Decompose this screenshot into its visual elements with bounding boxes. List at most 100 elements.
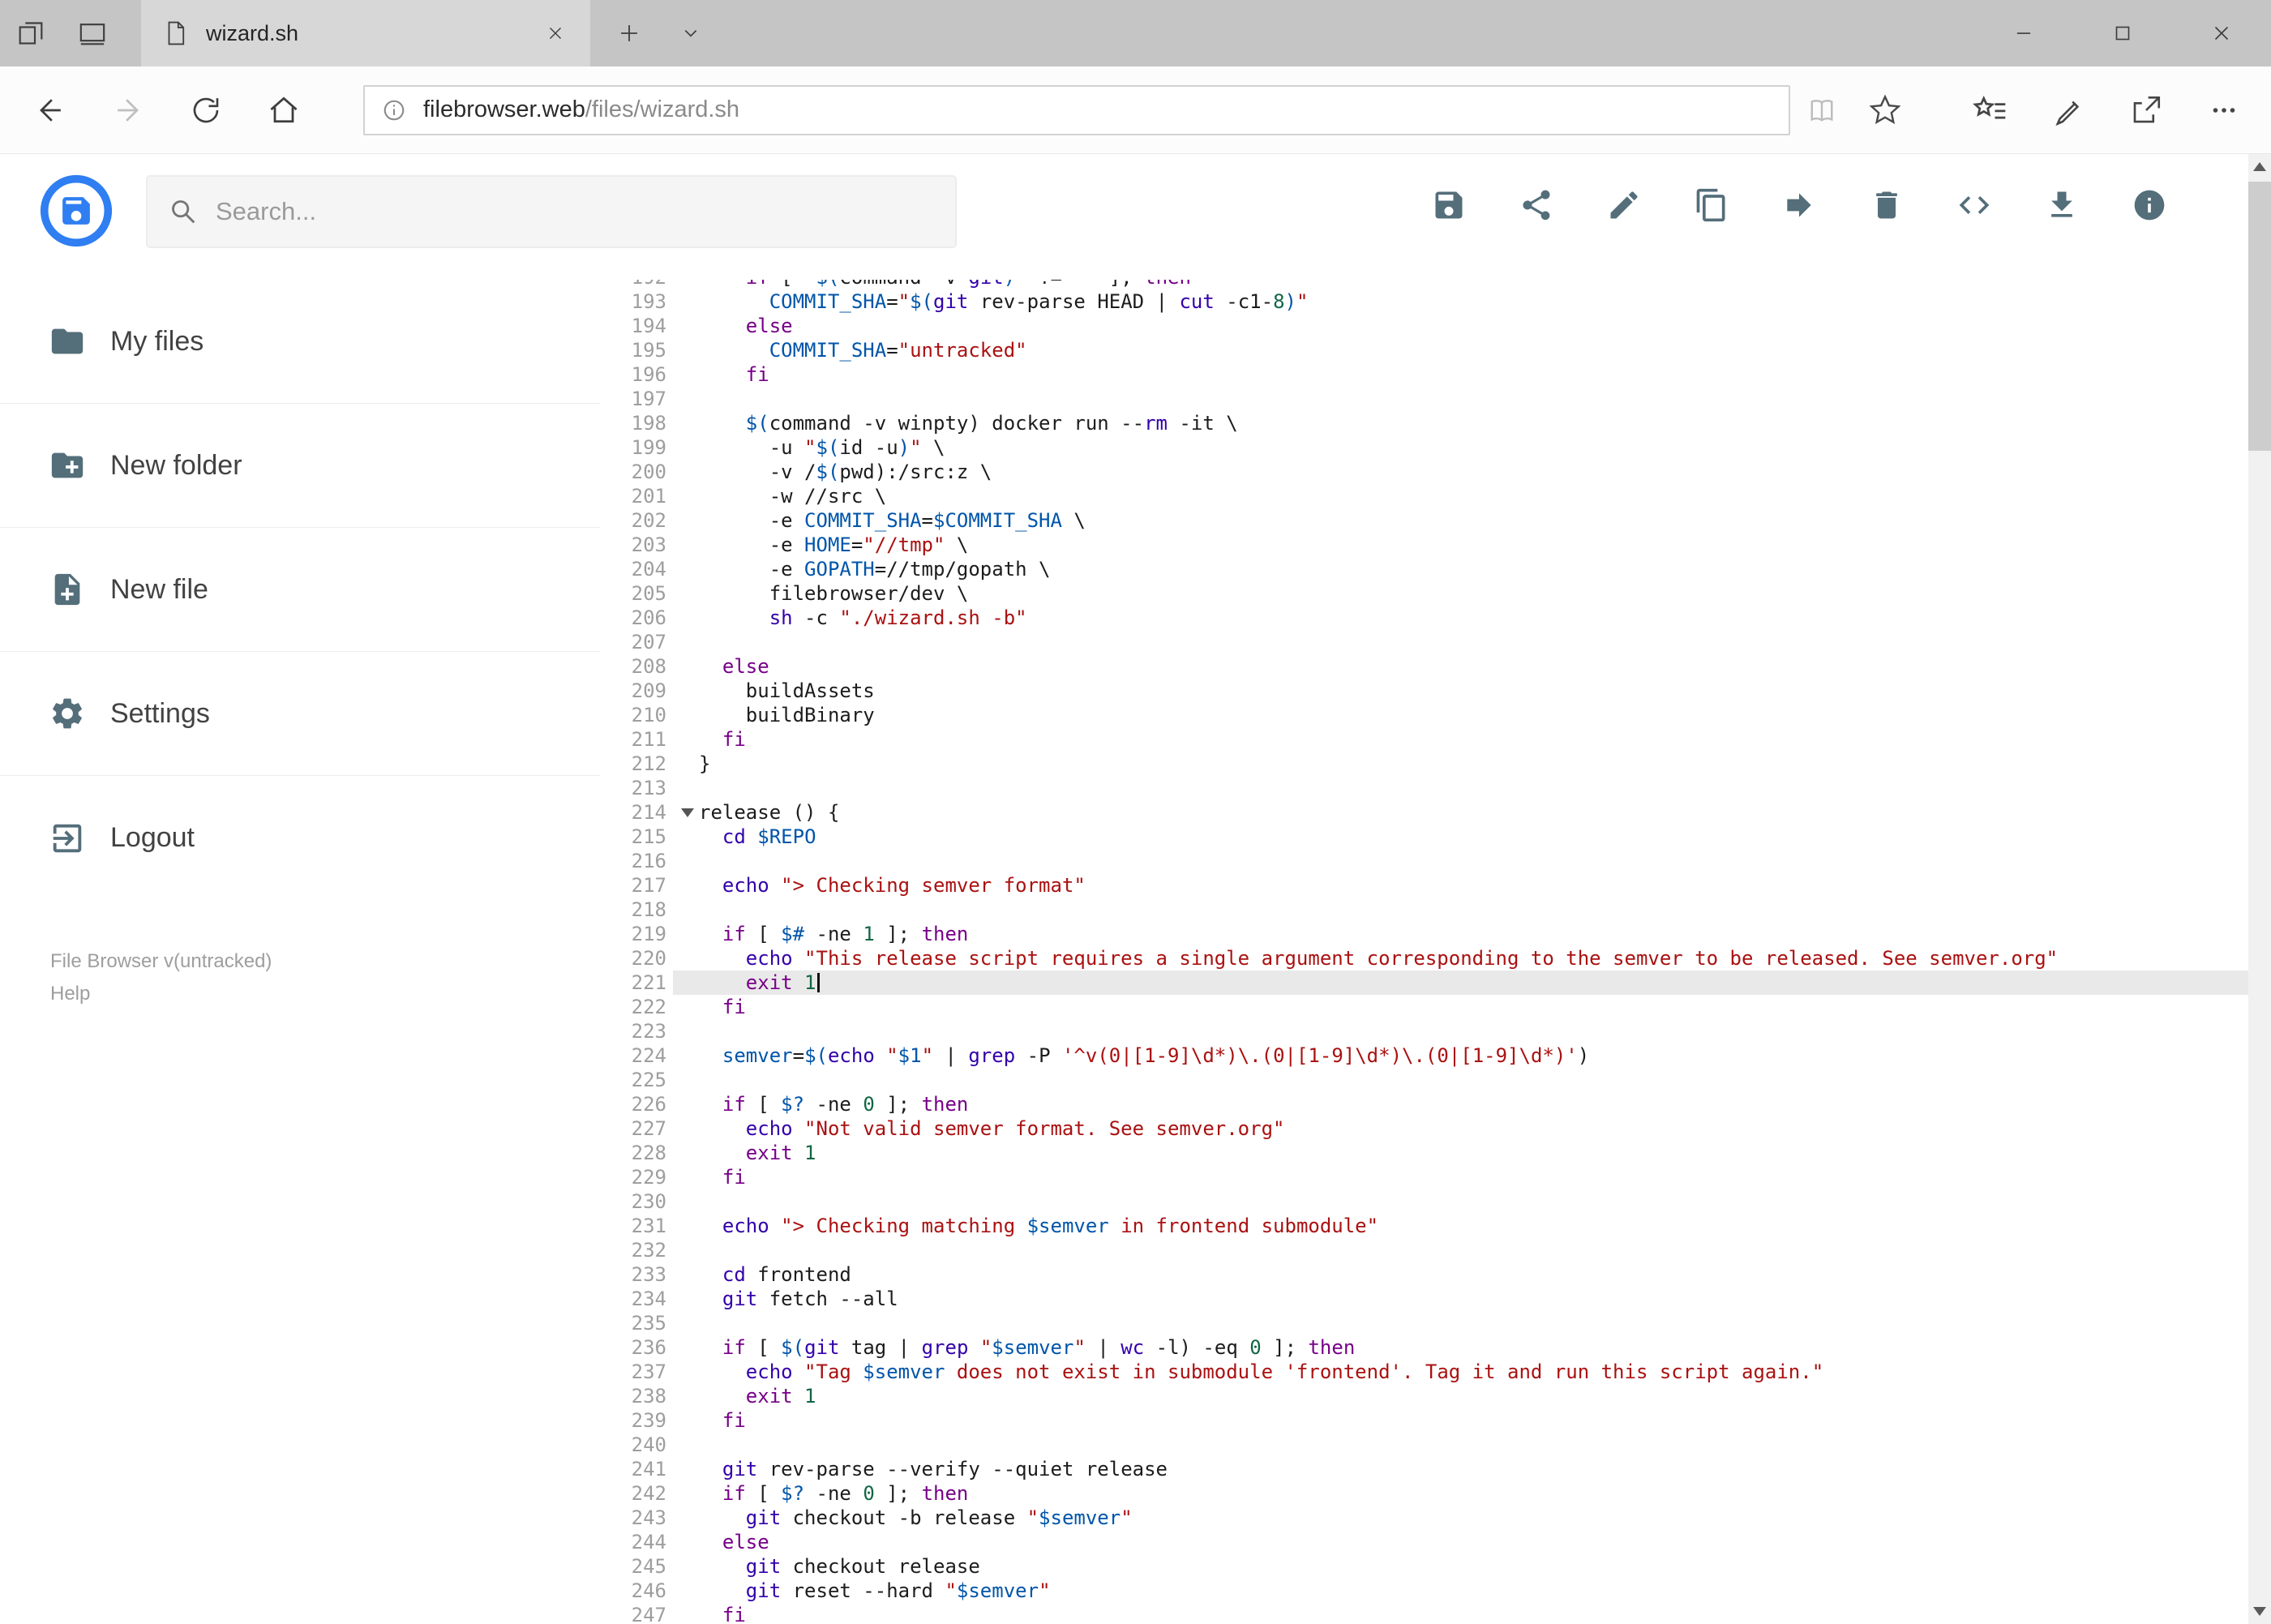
code-text[interactable]: buildAssets xyxy=(673,679,2248,703)
code-text[interactable]: if [ $(git tag | grep "$semver" | wc -l)… xyxy=(673,1335,2248,1360)
code-text[interactable]: $(command -v winpty) docker run --rm -it… xyxy=(673,411,2248,435)
code-text[interactable]: filebrowser/dev \ xyxy=(673,581,2248,606)
move-button[interactable] xyxy=(1781,187,1817,223)
code-text[interactable]: } xyxy=(673,752,2248,776)
scrollbar-thumb[interactable] xyxy=(2248,182,2271,451)
new-tab-button[interactable] xyxy=(598,0,660,66)
forward-button[interactable] xyxy=(89,71,167,149)
code-text[interactable]: -e HOME="//tmp" \ xyxy=(673,533,2248,557)
raw-code-button[interactable] xyxy=(1956,187,1992,223)
code-text[interactable]: -e COMMIT_SHA=$COMMIT_SHA \ xyxy=(673,508,2248,533)
code-text[interactable]: release () { xyxy=(673,800,2248,825)
filebrowser-logo[interactable] xyxy=(39,174,114,248)
refresh-button[interactable] xyxy=(167,71,245,149)
code-text[interactable]: sh -c "./wizard.sh -b" xyxy=(673,606,2248,630)
code-text[interactable]: fi xyxy=(673,362,2248,387)
hub-favorites-button[interactable] xyxy=(1952,71,2029,149)
code-text[interactable] xyxy=(673,776,2248,800)
reading-view-button[interactable] xyxy=(1790,71,1853,149)
sidebar-item-settings[interactable]: Settings xyxy=(0,652,600,776)
share-button[interactable] xyxy=(1519,187,1554,223)
code-text[interactable]: -e GOPATH=//tmp/gopath \ xyxy=(673,557,2248,581)
code-text[interactable]: if [ $? -ne 0 ]; then xyxy=(673,1092,2248,1116)
code-editor[interactable]: 192 if [ "$(command -v git)" != "" ]; th… xyxy=(605,280,2248,1624)
tab-list-dropdown-button[interactable] xyxy=(660,0,722,66)
help-link[interactable]: Help xyxy=(50,978,600,1010)
copy-button[interactable] xyxy=(1694,187,1729,223)
code-text[interactable]: fi xyxy=(673,1603,2248,1624)
sidebar-item-logout[interactable]: Logout xyxy=(0,776,600,900)
scroll-down-arrow[interactable] xyxy=(2253,1607,2266,1616)
code-text[interactable]: fi xyxy=(673,727,2248,752)
set-tabs-aside-button[interactable] xyxy=(0,0,62,66)
sidebar-item-my-files[interactable]: My files xyxy=(0,280,600,404)
browser-tab[interactable]: wizard.sh xyxy=(141,0,590,66)
code-text[interactable]: else xyxy=(673,1530,2248,1554)
code-text[interactable]: COMMIT_SHA="untracked" xyxy=(673,338,2248,362)
sidebar-item-new-file[interactable]: New file xyxy=(0,528,600,652)
code-text[interactable] xyxy=(673,1238,2248,1262)
code-text[interactable]: fi xyxy=(673,1408,2248,1433)
download-button[interactable] xyxy=(2044,187,2080,223)
share-page-button[interactable] xyxy=(2107,71,2185,149)
add-favorite-button[interactable] xyxy=(1853,71,1917,149)
code-text[interactable] xyxy=(673,387,2248,411)
more-options-button[interactable] xyxy=(2185,71,2263,149)
code-text[interactable]: exit 1 xyxy=(673,1384,2248,1408)
code-text[interactable]: exit 1 xyxy=(673,1141,2248,1165)
home-button[interactable] xyxy=(245,71,323,149)
code-text[interactable]: echo "Tag $semver does not exist in subm… xyxy=(673,1360,2248,1384)
code-text[interactable]: else xyxy=(673,314,2248,338)
code-text[interactable]: echo "> Checking matching $semver in fro… xyxy=(673,1214,2248,1238)
code-text[interactable]: git checkout release xyxy=(673,1554,2248,1579)
annotate-button[interactable] xyxy=(2029,71,2107,149)
code-text[interactable] xyxy=(673,1311,2248,1335)
tab-close-button[interactable] xyxy=(533,11,577,55)
fold-marker[interactable] xyxy=(681,808,694,817)
code-text[interactable]: else xyxy=(673,654,2248,679)
code-text[interactable]: echo "> Checking semver format" xyxy=(673,873,2248,898)
search-box[interactable] xyxy=(146,175,957,248)
code-text[interactable] xyxy=(673,898,2248,922)
delete-button[interactable] xyxy=(1869,187,1905,223)
code-text[interactable]: if [ "$(command -v git)" != "" ]; then xyxy=(673,280,2248,289)
search-input[interactable] xyxy=(214,196,955,227)
info-button[interactable] xyxy=(2132,187,2167,223)
code-text[interactable]: git checkout -b release "$semver" xyxy=(673,1506,2248,1530)
tabs-preview-button[interactable] xyxy=(62,0,123,66)
code-text[interactable]: if [ $? -ne 0 ]; then xyxy=(673,1481,2248,1506)
address-bar[interactable]: filebrowser.web/files/wizard.sh xyxy=(363,84,1790,135)
minimize-button[interactable] xyxy=(1974,0,2073,66)
code-text[interactable]: cd $REPO xyxy=(673,825,2248,849)
code-text[interactable] xyxy=(673,849,2248,873)
code-text[interactable]: git rev-parse --verify --quiet release xyxy=(673,1457,2248,1481)
code-text[interactable] xyxy=(673,1019,2248,1043)
maximize-button[interactable] xyxy=(2073,0,2172,66)
code-text[interactable] xyxy=(673,630,2248,654)
code-text[interactable]: semver=$(echo "$1" | grep -P '^v(0|[1-9]… xyxy=(673,1043,2248,1068)
code-text[interactable]: -v /$(pwd):/src:z \ xyxy=(673,460,2248,484)
code-text[interactable]: -w //src \ xyxy=(673,484,2248,508)
code-text[interactable]: -u "$(id -u)" \ xyxy=(673,435,2248,460)
code-text[interactable] xyxy=(673,1433,2248,1457)
code-text[interactable]: git reset --hard "$semver" xyxy=(673,1579,2248,1603)
code-text[interactable]: fi xyxy=(673,1165,2248,1189)
site-info-icon[interactable] xyxy=(379,96,409,125)
save-button[interactable] xyxy=(1431,187,1467,223)
page-scrollbar[interactable] xyxy=(2248,154,2271,1624)
code-text[interactable]: echo "Not valid semver format. See semve… xyxy=(673,1116,2248,1141)
back-button[interactable] xyxy=(11,71,89,149)
code-text[interactable]: buildBinary xyxy=(673,703,2248,727)
code-text[interactable] xyxy=(673,1189,2248,1214)
scroll-up-arrow[interactable] xyxy=(2253,162,2266,171)
code-text[interactable]: cd frontend xyxy=(673,1262,2248,1287)
sidebar-item-new-folder[interactable]: New folder xyxy=(0,404,600,528)
code-text[interactable]: git fetch --all xyxy=(673,1287,2248,1311)
rename-button[interactable] xyxy=(1606,187,1642,223)
code-text[interactable]: COMMIT_SHA="$(git rev-parse HEAD | cut -… xyxy=(673,289,2248,314)
code-text[interactable]: echo "This release script requires a sin… xyxy=(673,946,2248,971)
window-close-button[interactable] xyxy=(2172,0,2271,66)
code-text[interactable]: exit 1 xyxy=(673,971,2248,995)
code-text[interactable] xyxy=(673,1068,2248,1092)
code-text[interactable]: if [ $# -ne 1 ]; then xyxy=(673,922,2248,946)
